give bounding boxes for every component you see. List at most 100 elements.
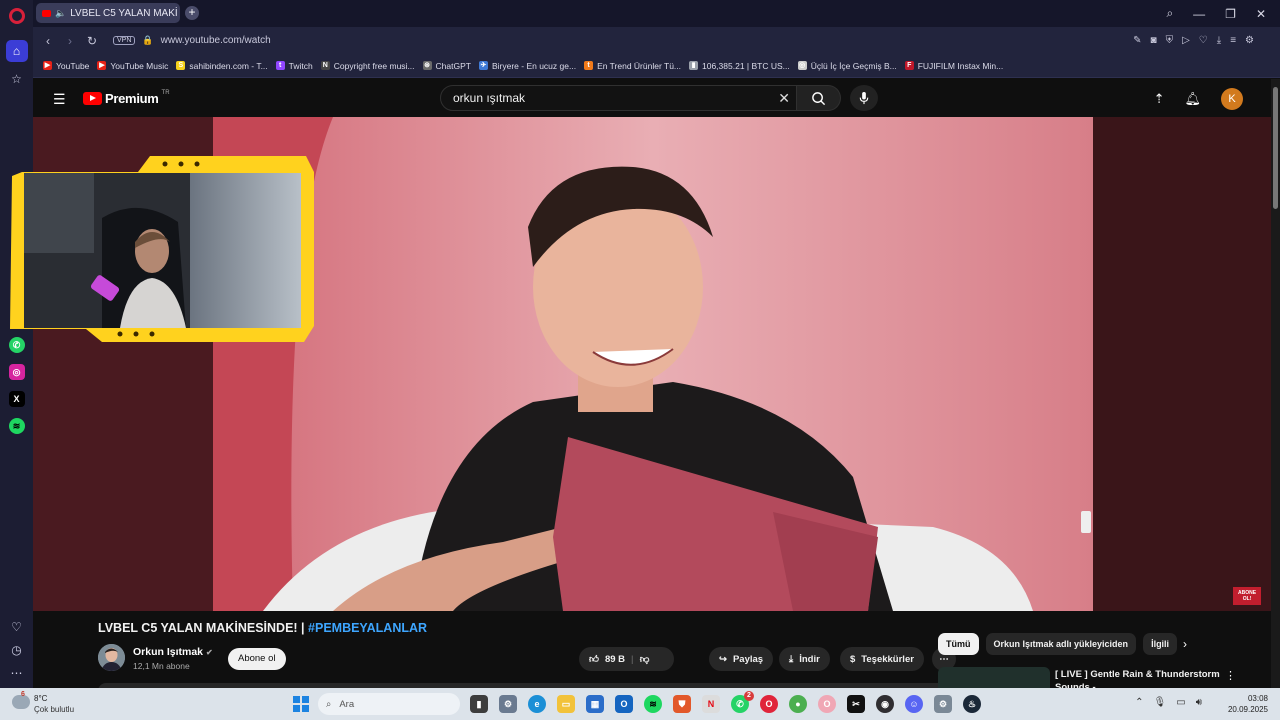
capcut-icon[interactable]: ✂ <box>847 695 865 713</box>
heart-icon[interactable]: ♡ <box>1199 35 1208 46</box>
chrome-icon[interactable]: ● <box>789 695 807 713</box>
lock-icon[interactable]: 🔒 <box>142 35 153 46</box>
close-window-button[interactable]: ✕ <box>1256 7 1266 21</box>
rec-title[interactable]: [ LIVE ] Gentle Rain & Thunderstorm Soun… <box>1055 668 1230 688</box>
bookmark-item[interactable]: ▮ 106,385.21 | BTC US... <box>689 61 790 71</box>
opera-gx-icon[interactable]: O <box>818 695 836 713</box>
microphone-icon[interactable]: 🎙︎ <box>1154 697 1167 708</box>
rec-thumbnail[interactable] <box>938 667 1050 688</box>
account-avatar[interactable]: K <box>1221 88 1243 110</box>
bookmark-favicon-icon: ⊛ <box>422 61 432 70</box>
tab-active[interactable]: 🔈 LVBEL C5 YALAN MAKİ <box>36 3 180 23</box>
channel-name[interactable]: Orkun Işıtmak ✔ <box>133 646 213 658</box>
steam-settings-icon[interactable]: ⚙ <box>934 695 952 713</box>
bookmark-item[interactable]: ⊛ ChatGPT <box>422 61 471 71</box>
instagram-icon[interactable]: ◎ <box>8 364 25 380</box>
star-icon[interactable]: ☆ <box>6 68 28 90</box>
brave-icon[interactable]: ⛊ <box>673 695 691 713</box>
outlook-icon[interactable]: O <box>615 695 633 713</box>
bookmark-item[interactable]: t En Trend Ürünler Tü... <box>584 61 681 71</box>
notifications-bell-icon[interactable]: 🔔︎ <box>1184 91 1201 107</box>
edit-icon[interactable]: ✎ <box>1133 35 1141 46</box>
new-tab-button[interactable]: + <box>185 6 199 20</box>
bookmark-item[interactable]: F FUJIFILM Instax Min... <box>904 61 1003 71</box>
taskview-icon[interactable]: ▮ <box>470 695 488 713</box>
heart-icon[interactable]: ♡ <box>11 620 22 634</box>
download-icon[interactable]: ⤓ <box>1217 35 1221 46</box>
more-vertical-icon[interactable]: ⋮ <box>1225 669 1236 682</box>
hamburger-menu-icon[interactable]: ☰ <box>53 91 66 108</box>
upload-icon[interactable]: ⇡ <box>1154 91 1165 107</box>
bookmark-item[interactable]: ◎ Üçlü İç İçe Geçmiş B... <box>797 61 897 71</box>
steam-icon[interactable]: ♨ <box>963 695 981 713</box>
forward-button[interactable]: › <box>59 34 81 48</box>
settings-icon[interactable]: ⚙ <box>1245 35 1254 46</box>
settings-icon[interactable]: ⚙ <box>499 695 517 713</box>
x-icon[interactable]: X <box>8 391 25 407</box>
subscribe-button[interactable]: Abone ol <box>228 648 286 670</box>
edge-icon[interactable]: e <box>528 695 546 713</box>
start-button[interactable] <box>293 696 309 712</box>
restore-button[interactable]: ❐ <box>1225 7 1236 21</box>
whatsapp-icon[interactable]: ✆ 2 <box>731 691 754 713</box>
bookmark-item[interactable]: t Twitch <box>275 61 313 71</box>
back-button[interactable]: ‹ <box>37 34 59 48</box>
weather-widget[interactable]: 6 8°C Çok bulutlu <box>12 691 92 716</box>
page-scrollbar[interactable] <box>1271 79 1280 688</box>
channel-avatar[interactable] <box>98 644 125 671</box>
bookmark-item[interactable]: N Copyright free musi... <box>320 61 415 71</box>
recommended-video[interactable]: [ LIVE ] Gentle Rain & Thunderstorm Soun… <box>938 667 1258 688</box>
thumbs-down-icon[interactable]: 👎︎ <box>640 653 650 665</box>
vpn-badge[interactable]: VPN <box>113 36 136 45</box>
volume-icon[interactable]: 🔊︎ <box>1196 697 1202 708</box>
download-button[interactable]: ⤓ İndir <box>779 647 830 671</box>
file-explorer-icon[interactable]: ▭ <box>557 695 575 713</box>
store-icon[interactable]: ▦ <box>586 695 604 713</box>
search-input[interactable]: orkun ışıtmak ✕ <box>440 85 797 111</box>
spotify-icon[interactable]: ≋ <box>8 418 25 434</box>
more-icon[interactable]: ⋯ <box>11 666 23 680</box>
filter-chip[interactable]: Orkun Işıtmak adlı yükleyiciden <box>985 633 1137 655</box>
subscribe-watermark[interactable]: ABONE OL! <box>1236 590 1258 602</box>
taskbar-clock[interactable]: 03:08 20.09.2025 <box>1228 693 1268 715</box>
bookmark-favicon-icon: ▶ <box>97 61 107 70</box>
url-field[interactable]: www.youtube.com/watch <box>161 35 271 46</box>
tab-search-icon[interactable]: ⌕ <box>1166 6 1173 21</box>
chevron-up-icon[interactable]: ⌃ <box>1135 697 1143 708</box>
camera-icon[interactable]: ◙ <box>1151 35 1157 46</box>
play-icon[interactable]: ▷ <box>1182 35 1190 46</box>
bookmark-item[interactable]: ✈ Biryere - En ucuz ge... <box>478 61 576 71</box>
filter-chip[interactable]: Tümü <box>938 633 979 655</box>
youtube-logo[interactable]: Premium TR <box>83 90 170 106</box>
reload-button[interactable]: ↻ <box>81 34 103 48</box>
obs-icon[interactable]: ◉ <box>876 695 894 713</box>
youtube-favicon-icon <box>42 9 51 17</box>
scroll-thumb[interactable] <box>1273 87 1278 209</box>
taskbar-search[interactable]: ⌕ Ara <box>318 693 460 715</box>
thanks-button[interactable]: $ Teşekkürler <box>840 647 924 671</box>
voice-search-button[interactable] <box>850 85 878 111</box>
filter-chip[interactable]: İlgili <box>1143 633 1178 655</box>
bookmark-item[interactable]: ▶ YouTube <box>43 61 89 71</box>
discord-icon[interactable]: ☺ <box>905 695 923 713</box>
menu-icon[interactable]: ≡ <box>1230 35 1236 46</box>
search-button[interactable] <box>797 85 841 111</box>
like-button[interactable]: 👍︎ 89 B | 👎︎ <box>579 647 674 671</box>
netflix-icon[interactable]: N <box>702 695 720 713</box>
minimize-button[interactable]: — <box>1193 7 1205 21</box>
home-icon[interactable]: ⌂ <box>5 40 28 62</box>
bookmark-item[interactable]: ▶ YouTube Music <box>97 61 168 71</box>
opera-icon[interactable]: O <box>760 695 778 713</box>
speaker-icon[interactable]: 🔈 <box>55 8 66 19</box>
chevron-right-icon[interactable]: › <box>1183 637 1187 651</box>
address-bar: ‹ › ↻ VPN 🔒 www.youtube.com/watch ✎ ◙ ⛨ … <box>33 27 1280 54</box>
shield-icon[interactable]: ⛨ <box>1166 35 1174 46</box>
video-hashtag[interactable]: #PEMBEYALANLAR <box>308 621 427 635</box>
share-button[interactable]: ↪ Paylaş <box>709 647 774 671</box>
clear-search-icon[interactable]: ✕ <box>778 90 790 107</box>
opera-logo-icon[interactable] <box>8 8 25 24</box>
spotify-icon[interactable]: ≋ <box>644 695 662 713</box>
history-icon[interactable]: ◷ <box>11 643 21 657</box>
display-icon[interactable]: ▭ <box>1176 697 1185 708</box>
bookmark-item[interactable]: Ssahibinden.com - T... <box>176 61 268 71</box>
